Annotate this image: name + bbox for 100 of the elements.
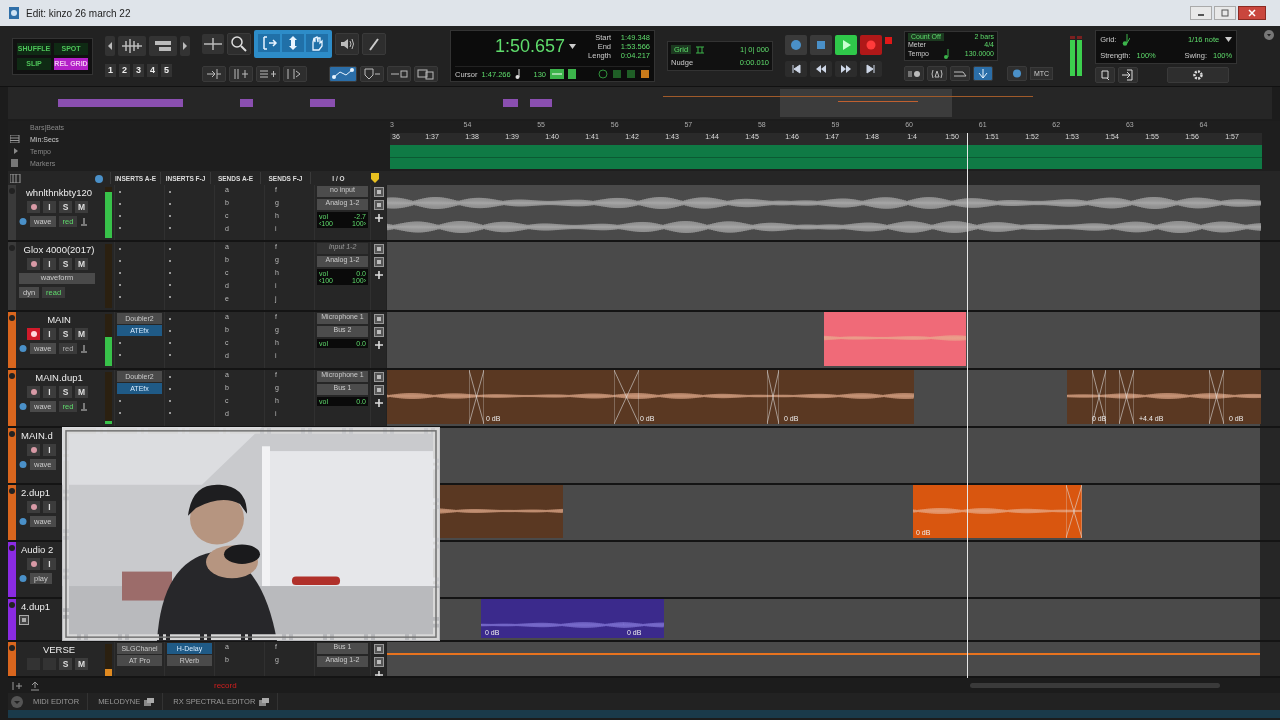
record-enable-button[interactable] <box>27 444 40 456</box>
output-window-icon[interactable] <box>373 657 384 667</box>
output-window-icon[interactable] <box>373 200 384 210</box>
hand-icon[interactable] <box>306 34 328 52</box>
marker-icon[interactable] <box>368 173 382 183</box>
markers-ruler[interactable] <box>390 157 1262 169</box>
track-options-icon[interactable] <box>8 372 16 380</box>
track-name[interactable]: 2.dup1 <box>21 487 51 498</box>
track-button[interactable]: S <box>59 386 72 398</box>
track-button[interactable]: I <box>43 201 56 213</box>
loop-playback-icon[interactable] <box>950 66 970 81</box>
track-button[interactable]: M <box>75 258 88 270</box>
track-button[interactable]: M <box>75 386 88 398</box>
zoom-preset-button[interactable]: 1 <box>105 63 116 77</box>
crossfade-icon[interactable] <box>1119 370 1134 424</box>
windows-icon[interactable] <box>414 66 438 82</box>
output-window-icon[interactable] <box>373 385 384 395</box>
crossfade-icon[interactable] <box>614 370 639 424</box>
track-button[interactable]: M <box>75 201 88 213</box>
output-window-icon[interactable] <box>373 257 384 267</box>
search-icon[interactable] <box>227 33 251 55</box>
zoom-preset-button[interactable]: 3 <box>133 63 144 77</box>
track-name[interactable]: VERSE <box>19 644 99 655</box>
column-menu-icon[interactable] <box>10 173 24 183</box>
zoom-vertical-icon[interactable] <box>149 35 177 56</box>
vertical-nudge-icon[interactable] <box>229 66 253 82</box>
crossfade-icon[interactable] <box>1209 370 1224 424</box>
note-icon[interactable] <box>1122 33 1131 46</box>
nudge-icon[interactable] <box>202 66 226 82</box>
track-button[interactable]: S <box>59 201 72 213</box>
track-options-icon[interactable] <box>8 430 16 438</box>
online-clock-icon[interactable] <box>1007 66 1027 81</box>
timebase-icon[interactable] <box>19 574 27 583</box>
rewind-icon[interactable] <box>810 61 832 77</box>
loop-icon[interactable] <box>612 69 622 79</box>
insert-icon[interactable] <box>387 66 411 82</box>
output-window-icon[interactable] <box>373 244 384 254</box>
pencil-icon[interactable] <box>362 33 386 55</box>
grid-icon[interactable] <box>695 45 706 54</box>
window-icon[interactable] <box>144 697 155 706</box>
output-window-icon[interactable] <box>373 644 384 654</box>
output-window-icon[interactable] <box>373 187 384 197</box>
input-monitor-icon[interactable] <box>80 344 89 353</box>
smart-tool-group[interactable] <box>254 30 332 58</box>
track-options-icon[interactable] <box>8 187 16 195</box>
main-counter[interactable]: 1:50.657 <box>495 36 566 57</box>
crossfade-icon[interactable] <box>1092 370 1106 424</box>
shield-icon[interactable] <box>360 66 384 82</box>
metronome-icon[interactable] <box>640 69 650 79</box>
upload-icon[interactable] <box>30 680 40 691</box>
note-icon[interactable] <box>943 49 951 59</box>
record-enable-button[interactable] <box>27 558 40 570</box>
track-button[interactable]: S <box>59 258 72 270</box>
track-button[interactable]: I <box>43 258 56 270</box>
plus-icon[interactable] <box>373 270 384 280</box>
track-name[interactable]: Audio 2 <box>21 544 54 555</box>
track-button[interactable]: S <box>59 658 72 670</box>
track-button[interactable]: I <box>43 558 56 570</box>
record-enable-button[interactable] <box>27 386 40 398</box>
timebase-icon[interactable] <box>94 173 106 183</box>
track-icon[interactable] <box>19 615 29 625</box>
track-options-icon[interactable] <box>8 314 16 322</box>
track-button[interactable]: M <box>75 328 88 340</box>
play-button[interactable] <box>835 35 857 55</box>
zoom-preset-button[interactable]: 2 <box>119 63 130 77</box>
crossfade-icon[interactable] <box>767 370 779 424</box>
minimize-button[interactable] <box>1190 6 1212 20</box>
stop-icon[interactable] <box>810 35 832 55</box>
online-icon[interactable] <box>785 35 807 55</box>
track-button[interactable]: I <box>43 328 56 340</box>
caret-icon[interactable] <box>569 44 577 49</box>
sync-icon[interactable] <box>626 69 636 79</box>
track-options-icon[interactable] <box>8 601 16 609</box>
quantize-icon[interactable] <box>1095 66 1116 83</box>
zoom-preset-button[interactable]: 4 <box>147 63 158 77</box>
go-to-end-icon[interactable] <box>860 61 882 77</box>
output-window-icon[interactable] <box>373 372 384 382</box>
selector-icon[interactable] <box>282 34 304 52</box>
track-button[interactable]: I <box>43 501 56 513</box>
track-button[interactable]: I <box>43 386 56 398</box>
dock-toggle-icon[interactable] <box>11 695 23 708</box>
record-enable-button[interactable] <box>27 201 40 213</box>
window-icon[interactable] <box>259 697 270 706</box>
track-name[interactable]: MAIN <box>19 314 99 325</box>
dropdown-icon[interactable] <box>1264 30 1274 40</box>
trim-icon[interactable] <box>258 34 280 52</box>
timebase-icon[interactable] <box>19 402 27 411</box>
output-window-icon[interactable] <box>373 327 384 337</box>
settings-icon[interactable] <box>1167 66 1230 83</box>
list-icon[interactable] <box>256 66 280 82</box>
clock-icon[interactable] <box>598 69 608 79</box>
track-options-icon[interactable] <box>8 644 16 652</box>
record-enable-button[interactable] <box>27 258 40 270</box>
plus-icon[interactable] <box>373 213 384 223</box>
return-to-start-icon[interactable] <box>785 61 807 77</box>
zoom-horizontal-icon[interactable] <box>118 35 146 56</box>
plus-icon[interactable] <box>373 340 384 350</box>
plus-icon[interactable] <box>373 398 384 408</box>
caret-icon[interactable] <box>1225 37 1233 42</box>
input-monitor-icon[interactable] <box>80 217 89 226</box>
